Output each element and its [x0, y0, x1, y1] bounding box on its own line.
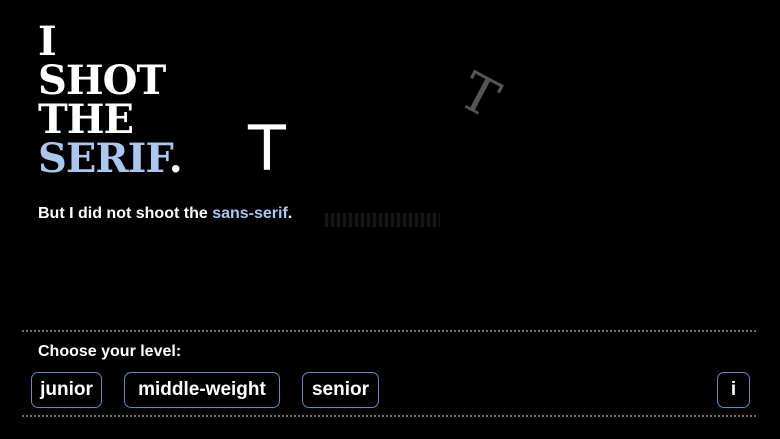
level-button-senior[interactable]: senior	[302, 372, 379, 408]
info-button[interactable]: i	[717, 372, 750, 408]
subtitle-suffix: .	[287, 205, 293, 222]
level-label: Choose your level:	[38, 343, 182, 360]
game-title: I SHOT THE SERIF.	[38, 18, 183, 179]
divider-top	[22, 330, 756, 332]
shot-letter-debris	[325, 213, 440, 227]
subtitle-prefix: But I did not shoot the	[38, 205, 213, 222]
title-period: .	[168, 135, 183, 182]
level-button-junior[interactable]: junior	[31, 372, 102, 408]
subtitle: But I did not shoot the sans-serif.	[38, 205, 292, 223]
title-line-1: I	[38, 18, 57, 65]
title-accent-word: SERIF	[38, 135, 170, 182]
subtitle-accent: sans-serif	[212, 205, 288, 222]
sans-serif-letter-target[interactable]: T	[248, 118, 286, 180]
divider-bottom	[22, 415, 756, 417]
title-line-3: THE	[38, 96, 134, 143]
level-button-middle-weight[interactable]: middle-weight	[124, 372, 280, 408]
title-line-4: SERIF.	[38, 139, 183, 179]
serif-letter-target[interactable]: T	[450, 61, 509, 130]
title-line-2: SHOT	[38, 57, 166, 104]
